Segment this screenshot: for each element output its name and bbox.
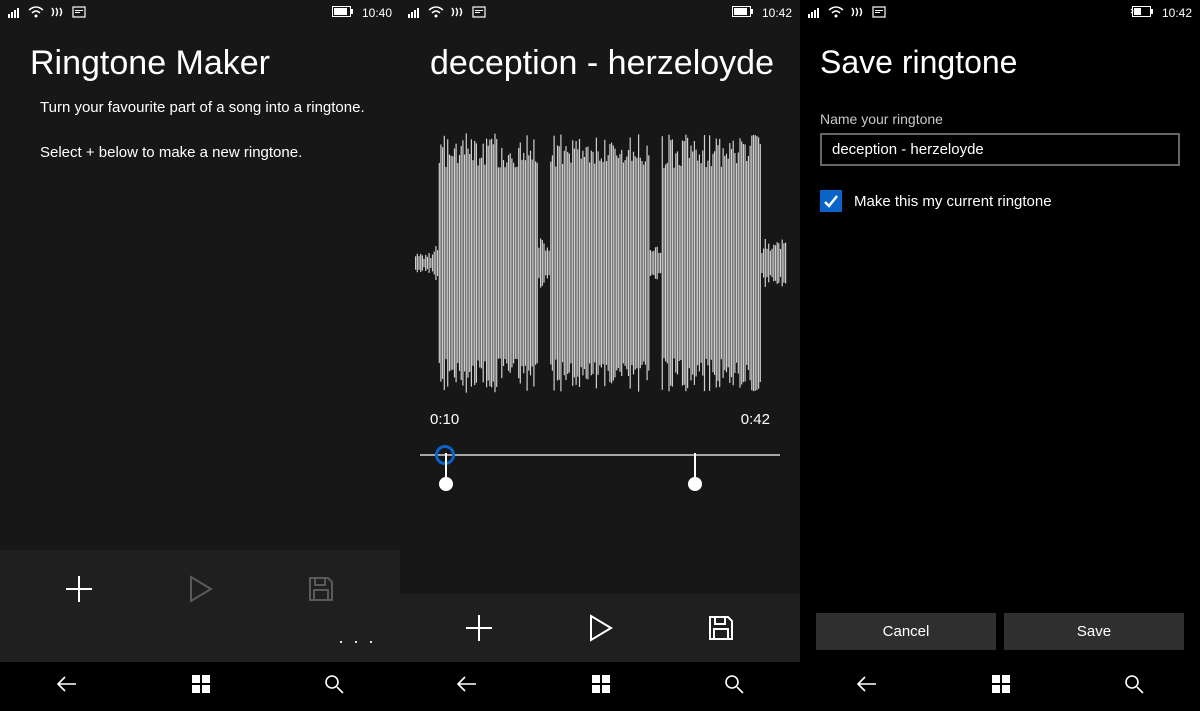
slider-track xyxy=(420,454,780,456)
notification-icon xyxy=(472,6,486,21)
status-bar: 10:42 xyxy=(800,0,1200,26)
play-button[interactable] xyxy=(579,607,621,649)
name-field-label: Name your ringtone xyxy=(800,91,1200,133)
set-current-checkbox-row[interactable]: Make this my current ringtone xyxy=(800,166,1200,236)
range-start-handle[interactable] xyxy=(445,453,447,479)
wifi-icon xyxy=(28,6,44,21)
check-icon xyxy=(823,193,839,209)
confirm-save-button[interactable]: Save xyxy=(1004,613,1184,650)
status-bar: 10:42 xyxy=(400,0,800,26)
search-button[interactable] xyxy=(724,674,744,699)
intro-line-1: Turn your favourite part of a song into … xyxy=(0,93,400,124)
signal-icon xyxy=(408,6,422,21)
add-button[interactable] xyxy=(58,568,100,610)
back-button[interactable] xyxy=(856,674,878,699)
track-title: deception - herzeloyde xyxy=(400,26,800,93)
back-button[interactable] xyxy=(456,674,478,699)
nav-bar xyxy=(400,662,800,711)
checkbox-label: Make this my current ringtone xyxy=(854,193,1052,210)
clock-text: 10:40 xyxy=(362,6,392,20)
nav-bar xyxy=(800,662,1200,711)
plus-icon xyxy=(62,572,96,606)
battery-charging-icon xyxy=(1130,6,1154,20)
time-labels: 0:10 0:42 xyxy=(400,403,800,428)
notification-icon xyxy=(72,6,86,21)
battery-icon xyxy=(732,6,754,20)
save-button[interactable] xyxy=(300,568,342,610)
ringtone-name-input[interactable]: deception - herzeloyde xyxy=(820,133,1180,166)
nav-bar xyxy=(0,662,400,711)
save-icon xyxy=(306,574,336,604)
battery-icon xyxy=(332,6,354,20)
editor-screen: 10:42 deception - herzeloyde 0:10 0:42 xyxy=(400,0,800,711)
range-slider[interactable] xyxy=(420,444,780,504)
cancel-button[interactable]: Cancel xyxy=(816,613,996,650)
vibrate-icon xyxy=(450,6,466,21)
more-button[interactable]: · · · xyxy=(338,631,376,652)
status-bar: 10:40 xyxy=(0,0,400,26)
vibrate-icon xyxy=(50,6,66,21)
page-title: Ringtone Maker xyxy=(0,26,400,93)
wifi-icon xyxy=(828,6,844,21)
save-button[interactable] xyxy=(700,607,742,649)
vibrate-icon xyxy=(850,6,866,21)
start-button[interactable] xyxy=(991,674,1011,699)
save-icon xyxy=(706,613,736,643)
wifi-icon xyxy=(428,6,444,21)
play-icon xyxy=(185,574,215,604)
app-bar xyxy=(400,594,800,662)
notification-icon xyxy=(872,6,886,21)
add-button[interactable] xyxy=(458,607,500,649)
back-button[interactable] xyxy=(56,674,78,699)
dialog-title: Save ringtone xyxy=(800,26,1200,91)
start-button[interactable] xyxy=(591,674,611,699)
waveform-svg xyxy=(410,123,790,403)
play-icon xyxy=(585,613,615,643)
range-end-handle[interactable] xyxy=(694,453,696,479)
app-bar: · · · xyxy=(0,550,400,662)
search-button[interactable] xyxy=(1124,674,1144,699)
search-button[interactable] xyxy=(324,674,344,699)
start-button[interactable] xyxy=(191,674,211,699)
clock-text: 10:42 xyxy=(762,6,792,20)
checkbox-checked[interactable] xyxy=(820,190,842,212)
signal-icon xyxy=(808,6,822,21)
clock-text: 10:42 xyxy=(1162,6,1192,20)
dialog-buttons: Cancel Save xyxy=(800,613,1200,662)
play-button[interactable] xyxy=(179,568,221,610)
save-dialog-screen: 10:42 Save ringtone Name your ringtone d… xyxy=(800,0,1200,711)
signal-icon xyxy=(8,6,22,21)
home-screen: 10:40 Ringtone Maker Turn your favourite… xyxy=(0,0,400,711)
end-time-label: 0:42 xyxy=(741,411,770,428)
intro-line-2: Select + below to make a new ringtone. xyxy=(0,138,400,169)
start-time-label: 0:10 xyxy=(430,411,459,428)
plus-icon xyxy=(462,611,496,645)
waveform[interactable] xyxy=(410,123,790,403)
